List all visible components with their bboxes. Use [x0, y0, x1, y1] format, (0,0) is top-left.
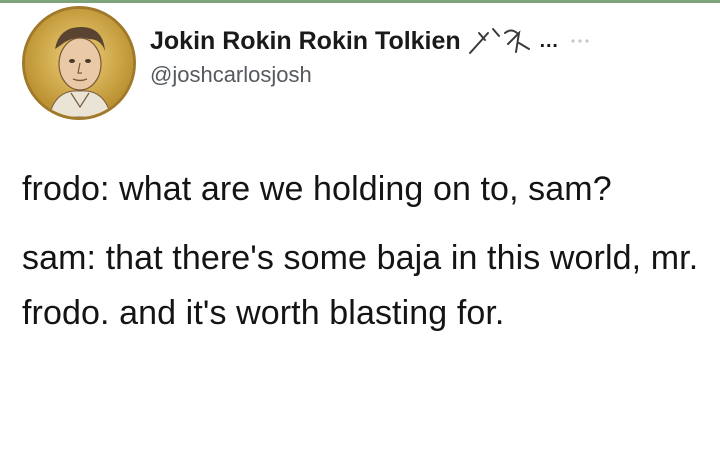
- display-name[interactable]: Jokin Rokin Rokin Tolkien: [150, 27, 461, 56]
- name-ellipsis: …: [538, 29, 559, 52]
- top-strip: [0, 0, 720, 3]
- more-options-icon[interactable]: [569, 36, 591, 46]
- tweet-paragraph: sam: that there's some baja in this worl…: [22, 239, 699, 332]
- avatar[interactable]: [22, 6, 136, 120]
- portrait-avatar-icon: [25, 9, 133, 117]
- user-info: Jokin Rokin Rokin Tolkien … @joshcarlosj…: [150, 22, 710, 88]
- user-handle[interactable]: @joshcarlosjosh: [150, 62, 710, 88]
- tweet-body: frodo: what are we holding on to, sam? s…: [22, 162, 720, 355]
- rune-glyph-icon: [468, 28, 530, 54]
- display-name-row: Jokin Rokin Rokin Tolkien …: [150, 22, 710, 60]
- tweet-paragraph: frodo: what are we holding on to, sam?: [22, 170, 612, 208]
- tweet-card: Jokin Rokin Rokin Tolkien … @joshcarlosj…: [0, 0, 720, 475]
